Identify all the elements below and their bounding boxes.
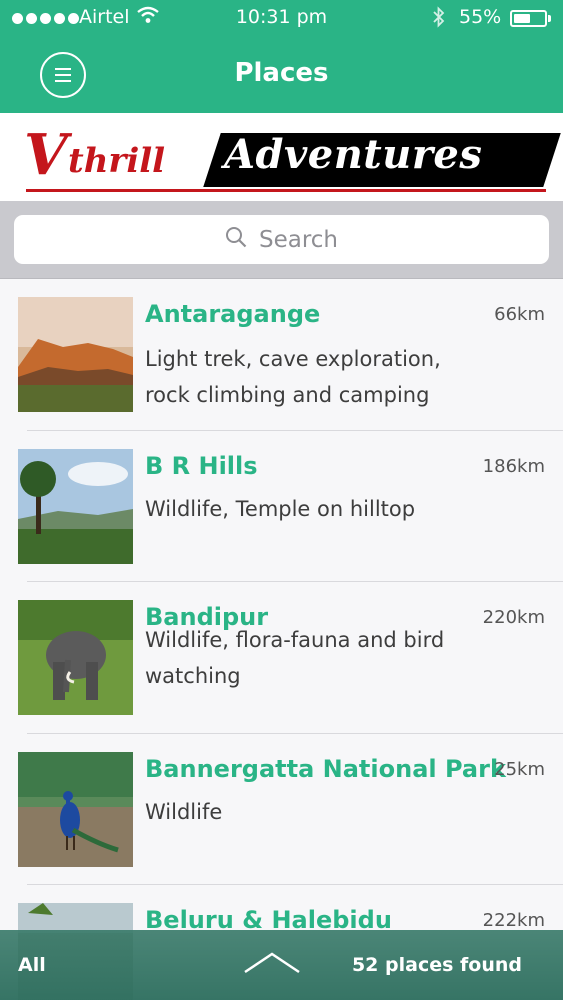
brand-banner[interactable]: V thrill Adventures xyxy=(0,113,563,201)
logo-letter-v: V xyxy=(24,122,68,188)
place-description: Wildlife, Temple on hilltop xyxy=(145,496,416,521)
place-name: B R Hills xyxy=(145,451,258,480)
place-thumbnail xyxy=(18,751,133,867)
list-item[interactable]: B R Hills 186km Wildlife, Temple on hill… xyxy=(0,431,563,582)
list-item[interactable]: Antaragange 66km Light trek, cave explor… xyxy=(0,279,563,431)
place-distance: 186km xyxy=(482,455,545,477)
place-description: Wildlife, flora-fauna and bird watching xyxy=(145,628,445,688)
place-name: Antaragange xyxy=(145,300,321,328)
places-list: Antaragange 66km Light trek, cave explor… xyxy=(0,279,563,1000)
place-name: Bannergatta National Park xyxy=(145,754,506,783)
logo-text-thrill: thrill xyxy=(68,141,166,181)
place-distance: 220km xyxy=(482,607,545,628)
page-title: Places xyxy=(234,58,329,88)
battery-icon xyxy=(510,10,547,27)
place-thumbnail xyxy=(18,600,133,715)
list-item[interactable]: Bannergatta National Park 25km Wildlife xyxy=(0,734,563,885)
place-distance: 222km xyxy=(482,910,545,931)
search-icon xyxy=(225,226,247,254)
battery-tip xyxy=(548,15,551,22)
chevron-up-icon[interactable] xyxy=(243,950,301,976)
place-description: Wildlife xyxy=(145,799,223,824)
place-thumbnail xyxy=(18,297,133,412)
places-found-count: 52 places found xyxy=(351,954,522,976)
place-thumbnail xyxy=(18,448,133,564)
search-placeholder: Search xyxy=(258,226,339,253)
search-input[interactable]: Search xyxy=(14,215,549,264)
search-bar-area: Search xyxy=(0,201,563,279)
place-distance: 66km xyxy=(494,304,545,325)
place-distance: 25km xyxy=(494,758,545,780)
status-bar: Airtel 10:31 pm 55% xyxy=(0,0,563,38)
place-description: Light trek, cave exploration, rock climb… xyxy=(145,347,441,407)
logo-underline xyxy=(26,189,546,192)
bottom-bar: All 52 places found xyxy=(0,930,563,1000)
list-item[interactable]: Bandipur 220km Wildlife, flora-fauna and… xyxy=(0,582,563,734)
logo-text-adventures: Adventures xyxy=(224,131,483,178)
battery-percent: 55% xyxy=(459,6,502,28)
filter-all-button[interactable]: All xyxy=(18,954,46,976)
bluetooth-icon xyxy=(432,5,446,34)
nav-header: Airtel 10:31 pm 55% Places xyxy=(0,0,563,113)
battery-level xyxy=(514,14,530,23)
